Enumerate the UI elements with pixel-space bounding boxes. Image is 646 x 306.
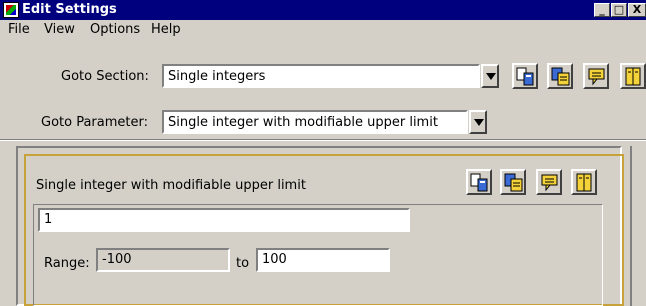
panel-paste-button[interactable] xyxy=(500,169,526,195)
comment-icon xyxy=(588,68,605,86)
goto-parameter-label: Goto Parameter: xyxy=(41,115,148,130)
paste-button[interactable] xyxy=(547,63,573,89)
range-to-label: to xyxy=(236,256,250,271)
goto-parameter-dropdown-button[interactable] xyxy=(469,110,487,134)
goto-section-dropdown-button[interactable] xyxy=(481,64,499,88)
copy-icon xyxy=(516,67,534,86)
menu-help[interactable]: Help xyxy=(151,22,181,38)
paste-icon xyxy=(551,67,570,86)
parameter-value-input[interactable]: 1 xyxy=(38,208,410,232)
panel-book-button[interactable] xyxy=(571,169,597,195)
book-icon xyxy=(625,67,641,86)
goto-parameter-combo[interactable]: Single integer with modifiable upper lim… xyxy=(162,110,468,134)
book-icon xyxy=(576,173,592,192)
right-scroll-area[interactable] xyxy=(630,146,646,306)
paste-icon xyxy=(504,173,523,192)
comment-icon xyxy=(541,174,558,192)
parameter-title: Single integer with modifiable upper lim… xyxy=(36,178,306,193)
separator xyxy=(0,139,646,141)
goto-section-combo[interactable]: Single integers xyxy=(162,64,480,88)
goto-section-label: Goto Section: xyxy=(61,69,149,84)
range-min-field: -100 xyxy=(96,248,230,272)
copy-icon xyxy=(470,173,488,192)
parameter-value-text: 1 xyxy=(44,212,53,227)
close-button[interactable]: X xyxy=(628,3,646,17)
minimize-button[interactable]: _ xyxy=(594,3,610,17)
panel-comment-button[interactable] xyxy=(536,169,562,195)
app-icon xyxy=(3,2,19,18)
restore-button[interactable]: □ xyxy=(611,3,627,17)
copy-button[interactable] xyxy=(512,63,538,89)
menu-view[interactable]: View xyxy=(44,22,75,38)
book-button[interactable] xyxy=(620,63,646,89)
window-title: Edit Settings xyxy=(22,2,117,17)
range-max-input[interactable]: 100 xyxy=(256,248,390,272)
panel-copy-button[interactable] xyxy=(466,169,492,195)
comment-button[interactable] xyxy=(583,63,609,89)
menu-bar: File View Options Help xyxy=(0,20,646,40)
menu-file[interactable]: File xyxy=(8,22,30,38)
title-bar: Edit Settings _ □ X xyxy=(0,0,646,20)
goto-parameter-value: Single integer with modifiable upper lim… xyxy=(168,115,438,130)
goto-section-value: Single integers xyxy=(168,69,266,84)
range-min-value: -100 xyxy=(102,252,132,267)
menu-options[interactable]: Options xyxy=(90,22,140,38)
range-max-value: 100 xyxy=(262,252,287,267)
range-label: Range: xyxy=(44,256,90,271)
